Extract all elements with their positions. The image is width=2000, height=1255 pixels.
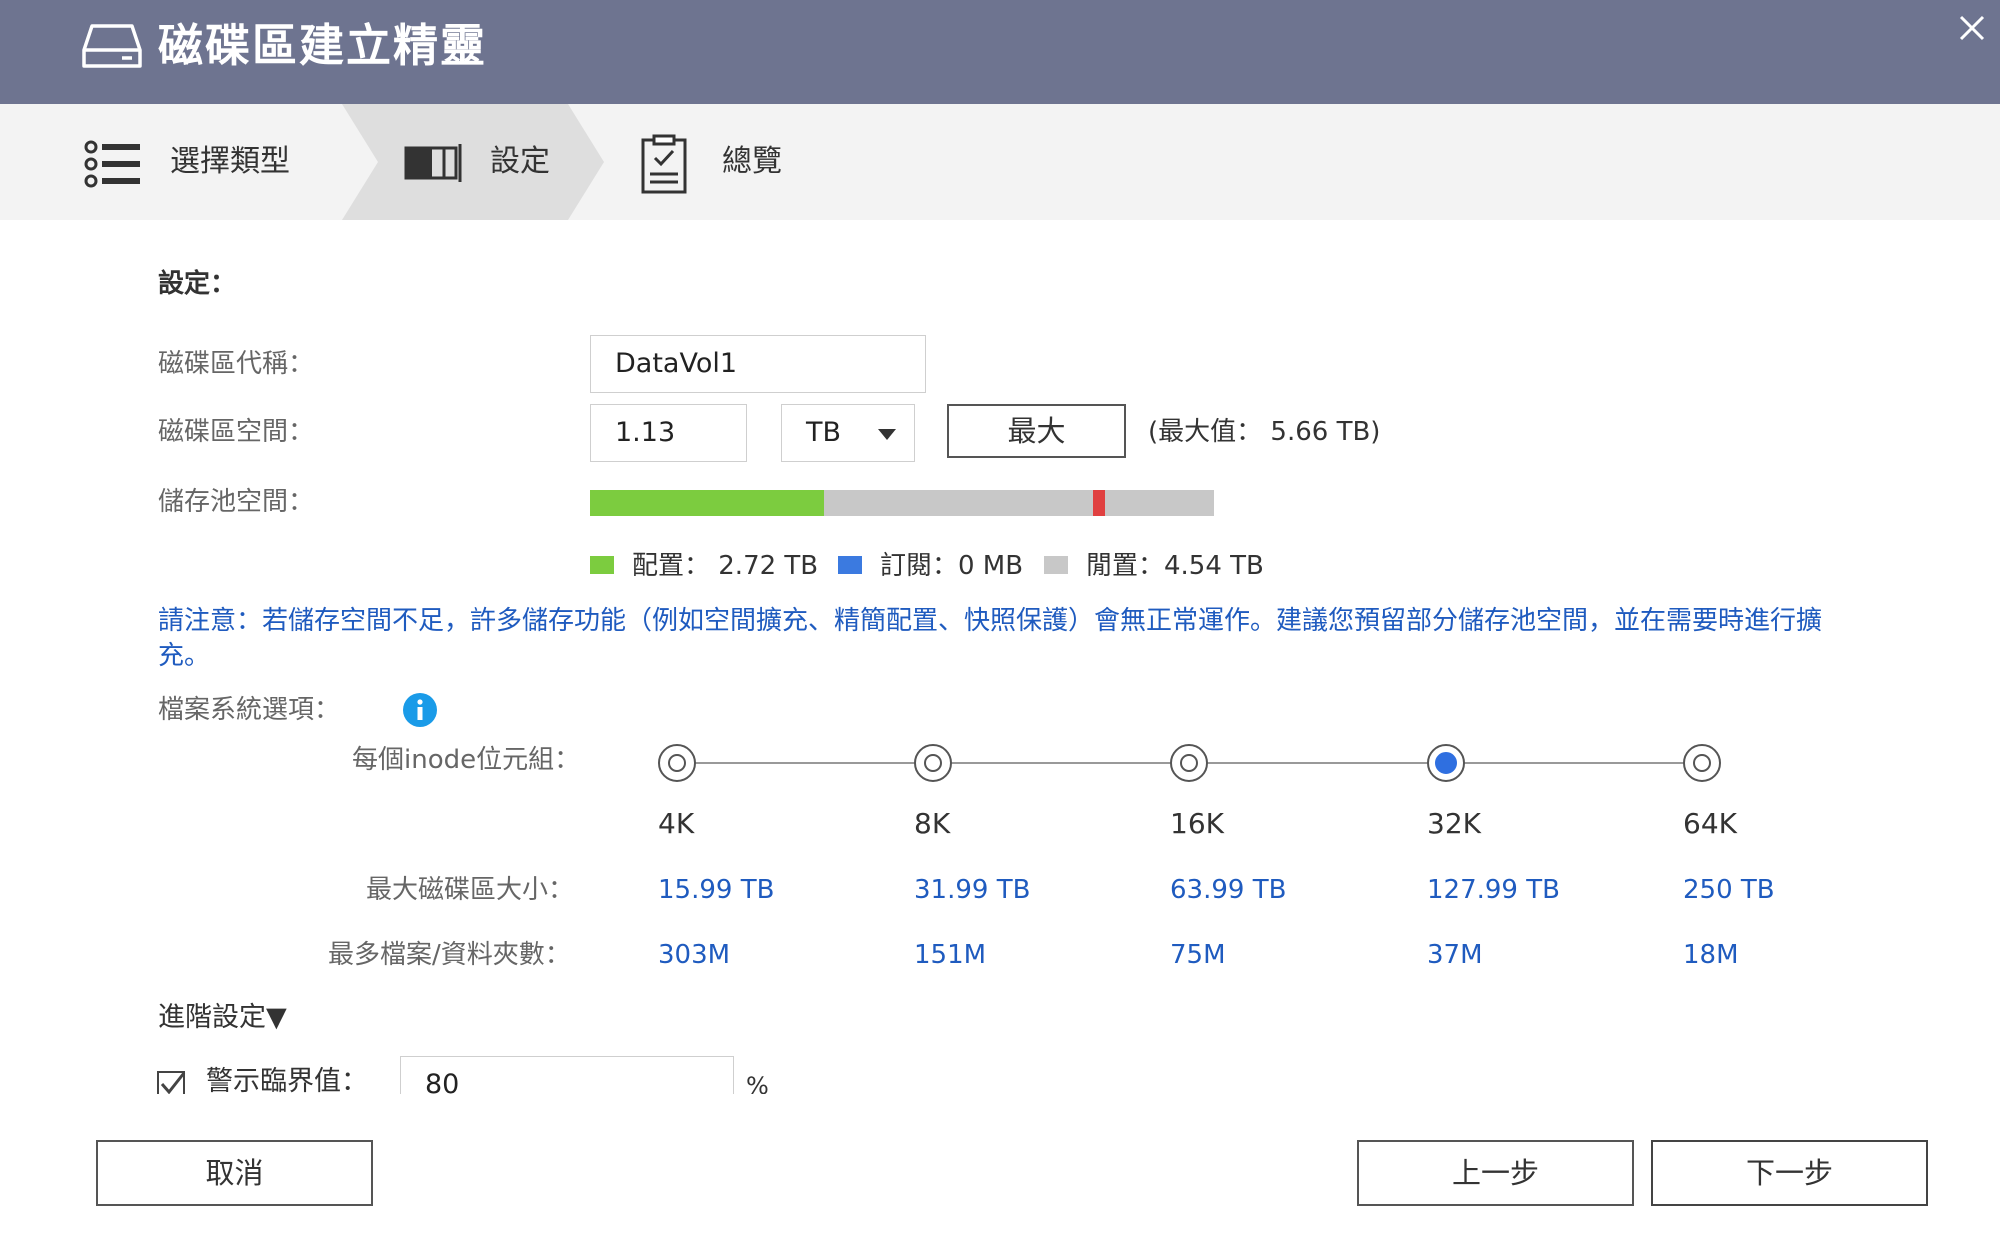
legend-subscribed-swatch — [838, 556, 862, 574]
max-volume-size-value: 250 TB — [1683, 875, 1775, 905]
advanced-settings-toggle[interactable]: 進階設定▼ — [158, 1000, 287, 1036]
inode-option-label: 16K — [1170, 807, 1224, 840]
alert-threshold-checkbox[interactable] — [156, 1070, 188, 1094]
close-icon[interactable] — [1952, 8, 1992, 48]
max-files-label: 最多檔案/資料夾數： — [328, 940, 571, 970]
max-files-value: 37M — [1427, 940, 1483, 970]
chevron-down-icon — [878, 429, 896, 440]
pool-space-label: 儲存池空間： — [158, 487, 315, 517]
back-button[interactable]: 上一步 — [1357, 1140, 1634, 1206]
scroll-clip-area: 警示臨界值： 80 % — [0, 1040, 2000, 1094]
volume-capacity-label: 磁碟區空間： — [158, 417, 315, 447]
inode-radio-8k[interactable] — [914, 744, 952, 782]
step-settings: 設定 — [490, 144, 550, 179]
max-files-value: 18M — [1683, 940, 1739, 970]
pool-space-bar — [590, 490, 1214, 516]
max-files-value: 303M — [658, 940, 731, 970]
volume-alias-label: 磁碟區代稱： — [158, 349, 315, 379]
inode-option-label: 32K — [1427, 807, 1481, 840]
volume-capacity-input[interactable]: 1.13 — [590, 404, 747, 462]
inode-radio-64k[interactable] — [1683, 744, 1721, 782]
alert-threshold-label: 警示臨界值： — [206, 1066, 368, 1094]
max-button[interactable]: 最大 — [947, 404, 1126, 458]
max-volume-size-value: 31.99 TB — [914, 875, 1031, 905]
active-step-highlight — [342, 104, 604, 220]
max-volume-size-value: 127.99 TB — [1427, 875, 1560, 905]
inode-label: 每個inode位元組： — [352, 745, 581, 775]
inode-radio-16k[interactable] — [1170, 744, 1208, 782]
legend-allocated-swatch — [590, 556, 614, 574]
inode-radio-32k[interactable] — [1427, 744, 1465, 782]
volume-alias-input[interactable]: DataVol1 — [590, 335, 926, 393]
storage-notice: 請注意：若儲存空間不足，許多儲存功能（例如空間擴充、精簡配置、快照保護）會無正常… — [158, 606, 1823, 671]
max-files-value: 151M — [914, 940, 987, 970]
list-icon — [84, 140, 140, 188]
capacity-unit-select[interactable]: TB — [781, 404, 915, 462]
max-files-value: 75M — [1170, 940, 1226, 970]
pool-allocated-fill — [590, 490, 824, 516]
inode-radio-4k[interactable] — [658, 744, 696, 782]
info-icon[interactable] — [402, 692, 438, 728]
max-volume-size-label: 最大磁碟區大小： — [366, 875, 575, 905]
clipboard-check-icon — [641, 134, 687, 194]
next-button[interactable]: 下一步 — [1651, 1140, 1928, 1206]
inode-option-label: 8K — [914, 807, 951, 840]
legend-allocated: 配置： 2.72 TB — [632, 551, 819, 581]
cancel-button[interactable]: 取消 — [96, 1140, 373, 1206]
max-volume-size-value: 15.99 TB — [658, 875, 775, 905]
legend-subscribed: 訂閱：0 MB — [880, 551, 1024, 581]
disk-drive-icon — [82, 24, 142, 68]
legend-free: 閒置：4.54 TB — [1086, 551, 1264, 581]
max-capacity-hint: (最大值： 5.66 TB) — [1148, 417, 1381, 447]
alert-threshold-unit: % — [746, 1072, 769, 1094]
pool-threshold-marker — [1092, 490, 1105, 516]
inode-option-label: 4K — [658, 807, 695, 840]
alert-threshold-input[interactable]: 80 — [400, 1056, 734, 1094]
capacity-unit-value: TB — [806, 417, 842, 448]
step-summary: 總覽 — [722, 144, 782, 179]
fs-options-label: 檔案系統選項： — [158, 695, 341, 725]
step-select-type: 選擇類型 — [170, 144, 290, 179]
section-title: 設定： — [158, 269, 237, 299]
window-title: 磁碟區建立精靈 — [158, 19, 488, 72]
storage-bar-icon — [404, 144, 462, 182]
inode-option-label: 64K — [1683, 807, 1737, 840]
legend-free-swatch — [1044, 556, 1068, 574]
max-volume-size-value: 63.99 TB — [1170, 875, 1287, 905]
